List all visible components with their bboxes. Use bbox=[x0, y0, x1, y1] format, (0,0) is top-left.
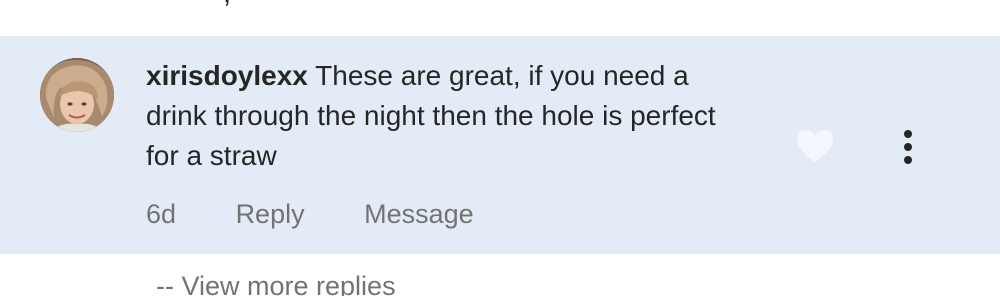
view-more-replies-link[interactable]: -- View more replies bbox=[156, 266, 396, 296]
comment-timestamp: 6d bbox=[146, 199, 177, 229]
message-button[interactable]: Message bbox=[364, 194, 474, 234]
more-options-dot bbox=[904, 143, 912, 151]
heart-icon bbox=[797, 130, 833, 162]
more-options-button[interactable] bbox=[896, 124, 920, 168]
comment-username[interactable]: xirisdoylexx bbox=[146, 60, 308, 91]
comment-thread: · · · · · · · · · , xirisdoylexx These a… bbox=[0, 0, 1000, 296]
comment-actions: 6d Reply Message bbox=[146, 194, 474, 234]
more-options-icon bbox=[904, 130, 912, 138]
profile-photo-icon bbox=[40, 58, 114, 132]
reply-button[interactable]: Reply bbox=[236, 194, 305, 234]
comment-body: xirisdoylexx These are great, if you nee… bbox=[146, 56, 756, 176]
previous-comment-text: · · · · · · · · · , bbox=[58, 0, 231, 10]
like-button[interactable] bbox=[795, 128, 835, 164]
more-options-dot bbox=[904, 156, 912, 164]
avatar[interactable] bbox=[40, 58, 114, 132]
comment-item: xirisdoylexx These are great, if you nee… bbox=[0, 36, 1000, 254]
